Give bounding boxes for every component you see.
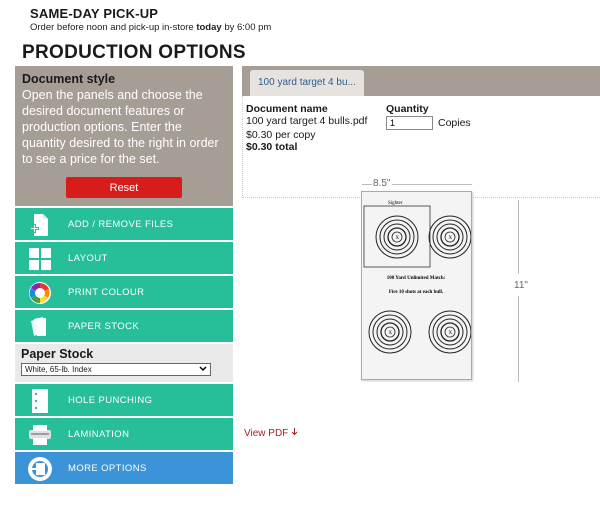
document-style-box: Document style Open the panels and choos… [15, 66, 233, 206]
banner-sub-suffix: by 6:00 pm [221, 22, 272, 33]
option-label: PAPER STOCK [68, 320, 140, 332]
option-label: LAYOUT [68, 252, 108, 264]
target-bull: X [428, 215, 472, 259]
download-arrow-icon [291, 428, 298, 436]
paper-stock-select[interactable]: White, 65-lb. Index [21, 363, 211, 376]
options-panel: Document style Open the panels and choos… [15, 66, 233, 484]
document-name: 100 yard target 4 bulls.pdf [246, 115, 368, 127]
document-style-text: Open the panels and choose the desired d… [22, 88, 219, 166]
target-bull: X [428, 310, 472, 354]
reset-button[interactable]: Reset [66, 177, 182, 198]
banner-title: SAME-DAY PICK-UP [30, 6, 159, 21]
target-bull: X [368, 310, 412, 354]
option-label: HOLE PUNCHING [68, 394, 153, 406]
match-instructions: Fire 10 shots at each bull. [389, 290, 444, 295]
option-print-colour[interactable]: PRINT COLOUR [15, 274, 233, 308]
price-total: $0.30 total [246, 141, 298, 153]
layout-grid-icon [27, 246, 53, 272]
banner-subtitle: Order before noon and pick-up in-store t… [30, 22, 271, 33]
height-dimension: 11" [514, 280, 528, 291]
banner-sub-bold: today [196, 22, 222, 33]
option-layout[interactable]: LAYOUT [15, 240, 233, 274]
quantity-label: Quantity [386, 103, 429, 115]
quantity-group: Quantity Copies [386, 103, 471, 130]
quantity-row: Copies [386, 116, 471, 130]
same-day-banner: SAME-DAY PICK-UP Order before noon and p… [30, 6, 271, 33]
tab-document[interactable]: 100 yard target 4 bu... [250, 70, 364, 96]
document-name-label: Document name [246, 103, 328, 115]
option-lamination[interactable]: LAMINATION [15, 416, 233, 450]
quantity-input[interactable] [386, 116, 433, 130]
option-paper-stock[interactable]: PAPER STOCK [15, 308, 233, 342]
target-sheet: Sighter X X 100 Yard Unlimited Match: Fi… [363, 201, 472, 354]
height-dimension-line-bottom [518, 296, 519, 382]
paper-stock-title: Paper Stock [21, 347, 94, 361]
width-dimension-line-left [362, 184, 372, 185]
bull-x-mark: X [389, 331, 393, 336]
price-per-copy: $0.30 per copy [246, 129, 316, 141]
document-style-title: Document style [22, 72, 116, 86]
color-wheel-icon [27, 280, 53, 306]
target-bull: X [375, 215, 419, 259]
sighter-label: Sighter [388, 201, 403, 206]
chevron-down-icon [199, 365, 207, 374]
option-add-remove-files[interactable]: ADD / REMOVE FILES [15, 206, 233, 240]
add-file-icon [27, 212, 53, 238]
document-details: Document name 100 yard target 4 bulls.pd… [246, 103, 367, 153]
banner-sub-prefix: Order before noon and pick-up in-store [30, 22, 197, 33]
view-pdf-link[interactable]: View PDF [244, 428, 298, 439]
more-options-icon [27, 456, 53, 482]
option-label: LAMINATION [68, 428, 130, 440]
option-label: MORE OPTIONS [68, 462, 147, 474]
document-preview: 8.5" 11" Sighter X X 100 Yard Unlimited … [242, 176, 600, 406]
section-title: PRODUCTION OPTIONS [22, 42, 246, 63]
page-preview: Sighter X X 100 Yard Unlimited Match: Fi… [361, 191, 472, 380]
bull-x-mark: X [396, 236, 400, 241]
width-dimension: 8.5" [373, 178, 391, 189]
copies-label: Copies [438, 117, 471, 129]
paper-stock-panel: Paper Stock White, 65-lb. Index [15, 342, 233, 382]
option-label: PRINT COLOUR [68, 286, 145, 298]
lamination-icon [27, 422, 53, 448]
bull-x-mark: X [449, 236, 453, 241]
hole-punch-icon [27, 388, 53, 414]
document-tabbar: 100 yard target 4 bu... [242, 66, 600, 96]
width-dimension-line-right [392, 184, 472, 185]
paper-stack-icon [27, 314, 53, 340]
height-dimension-line-top [518, 200, 519, 274]
option-label: ADD / REMOVE FILES [68, 218, 174, 230]
bull-x-mark: X [449, 331, 453, 336]
option-hole-punching[interactable]: HOLE PUNCHING [15, 382, 233, 416]
match-title: 100 Yard Unlimited Match: [387, 276, 446, 281]
option-more-options[interactable]: MORE OPTIONS [15, 450, 233, 484]
view-pdf-label: View PDF [244, 428, 289, 439]
paper-stock-value: White, 65-lb. Index [25, 365, 92, 374]
